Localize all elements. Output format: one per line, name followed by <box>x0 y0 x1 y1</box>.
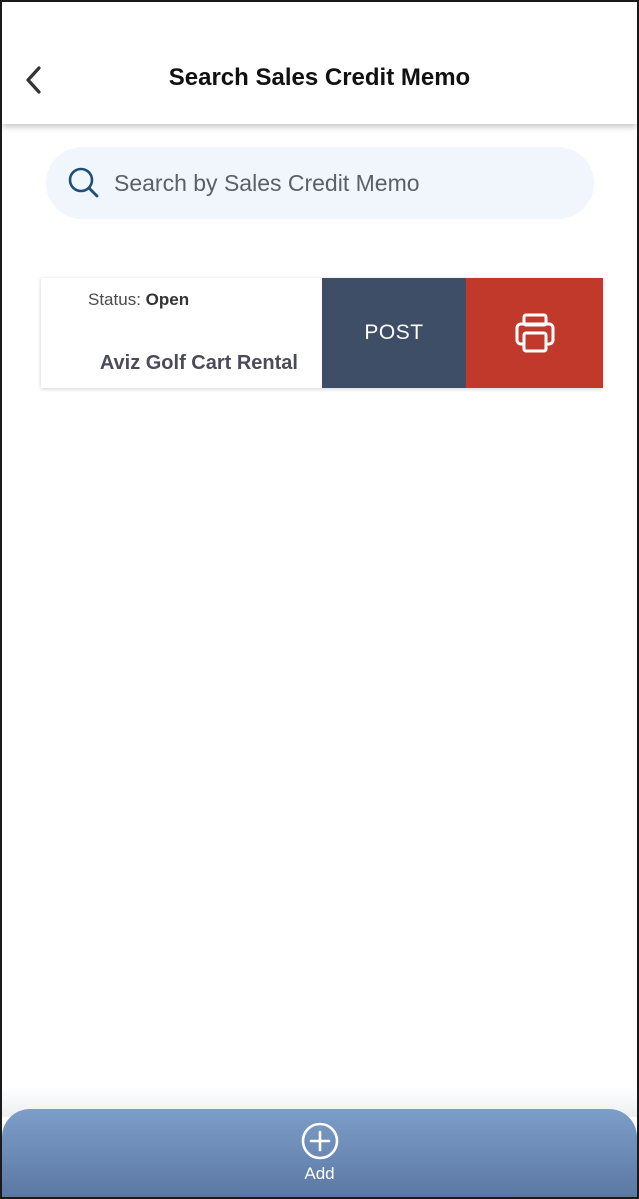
memo-status: Status: Open <box>88 290 189 310</box>
post-button[interactable]: POST <box>322 278 466 388</box>
memo-status-value: Open <box>145 290 190 309</box>
printer-icon <box>515 313 554 353</box>
print-button[interactable] <box>466 278 603 388</box>
search-icon <box>66 165 102 201</box>
memo-card[interactable]: Status: Open Aviz Golf Cart Rental POST <box>41 278 603 388</box>
plus-circle-icon <box>300 1121 340 1161</box>
app-frame: Search Sales Credit Memo Status: Open Av… <box>0 0 639 1199</box>
add-label: Add <box>304 1164 335 1183</box>
search-input[interactable] <box>114 169 594 197</box>
bottom-bar: Add <box>2 1109 637 1197</box>
header: Search Sales Credit Memo <box>2 2 637 124</box>
search-bar[interactable] <box>46 147 594 219</box>
memo-customer-name: Aviz Golf Cart Rental <box>99 352 298 374</box>
memo-card-info[interactable]: Status: Open Aviz Golf Cart Rental <box>41 278 322 388</box>
memo-status-label: Status: <box>88 290 146 309</box>
add-button[interactable]: Add <box>300 1121 340 1184</box>
page-title: Search Sales Credit Memo <box>168 64 471 91</box>
